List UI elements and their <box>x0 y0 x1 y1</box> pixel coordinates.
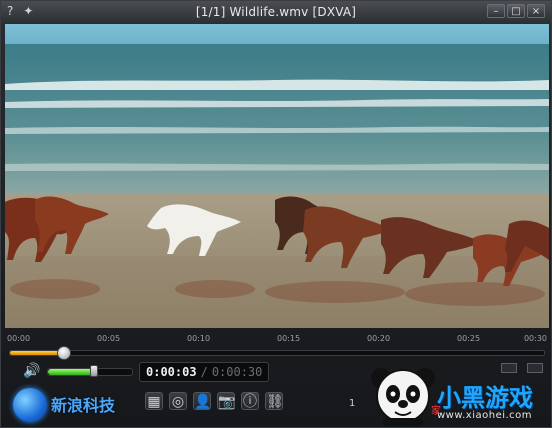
close-button[interactable]: × <box>527 4 545 18</box>
mini-control-2[interactable] <box>527 363 543 373</box>
speaker-icon[interactable]: 🔊 <box>23 363 41 379</box>
info-icon[interactable]: ⓘ <box>241 392 259 410</box>
titlebar: ? ✦ [1/1] Wildlife.wmv [DXVA] – □ × <box>1 1 551 23</box>
mini-control-1[interactable] <box>501 363 517 373</box>
player-window: ? ✦ [1/1] Wildlife.wmv [DXVA] – □ × 00:0… <box>0 0 552 428</box>
volume-slider[interactable] <box>47 365 133 377</box>
timeline-tick: 00:10 <box>187 334 211 343</box>
volume-thumb[interactable] <box>90 365 99 377</box>
total-time: 0:00:30 <box>211 365 263 379</box>
playlist-count: 1 <box>349 398 356 409</box>
timeline-ticks: 00:00 00:05 00:10 00:15 00:20 00:25 00:30 <box>7 334 547 346</box>
sina-logo-text: 新浪科技 <box>51 396 116 415</box>
time-display: 0:00:03 / 0:00:30 <box>139 362 270 382</box>
seek-bar[interactable] <box>9 346 545 360</box>
seek-progress <box>10 351 64 355</box>
time-separator: / <box>200 365 208 379</box>
bottom-toolbar: 新浪科技 ▦ ◎ 👤 📷 ⓘ ⛓ 1 小黑游戏 家 www.xiaohei.co… <box>7 368 547 426</box>
tool-icons: ▦ ◎ 👤 📷 ⓘ ⛓ <box>145 392 284 410</box>
video-frame <box>5 24 549 328</box>
current-time: 0:00:03 <box>146 365 197 379</box>
watermark-title: 小黑游戏 <box>437 384 533 412</box>
restore-button[interactable]: □ <box>507 4 525 18</box>
disc-icon[interactable]: ◎ <box>169 392 187 410</box>
network-icon[interactable]: ⛓ <box>265 392 284 410</box>
timeline-tick: 00:25 <box>457 334 481 343</box>
user-icon[interactable]: 👤 <box>193 392 211 410</box>
window-title: [1/1] Wildlife.wmv [DXVA] <box>195 5 357 19</box>
timeline[interactable]: 00:00 00:05 00:10 00:15 00:20 00:25 00:30 <box>7 334 547 360</box>
timeline-tick: 00:00 <box>7 334 31 343</box>
watermark-domain: www.xiaohei.com <box>437 410 533 421</box>
minimize-button[interactable]: – <box>487 4 505 18</box>
seek-thumb[interactable] <box>57 346 72 360</box>
timeline-tick: 00:05 <box>97 334 121 343</box>
timeline-tick: 00:20 <box>367 334 391 343</box>
sina-logo-icon <box>13 388 47 422</box>
volume-level <box>48 369 95 375</box>
video-viewport[interactable] <box>5 24 549 328</box>
titlebar-buttons: – □ × <box>487 4 545 18</box>
timeline-tick: 00:30 <box>523 334 547 343</box>
timeline-tick: 00:15 <box>277 334 301 343</box>
camera-icon[interactable]: 📷 <box>217 392 235 410</box>
mini-controls <box>501 363 543 373</box>
film-icon[interactable]: ▦ <box>145 392 163 410</box>
